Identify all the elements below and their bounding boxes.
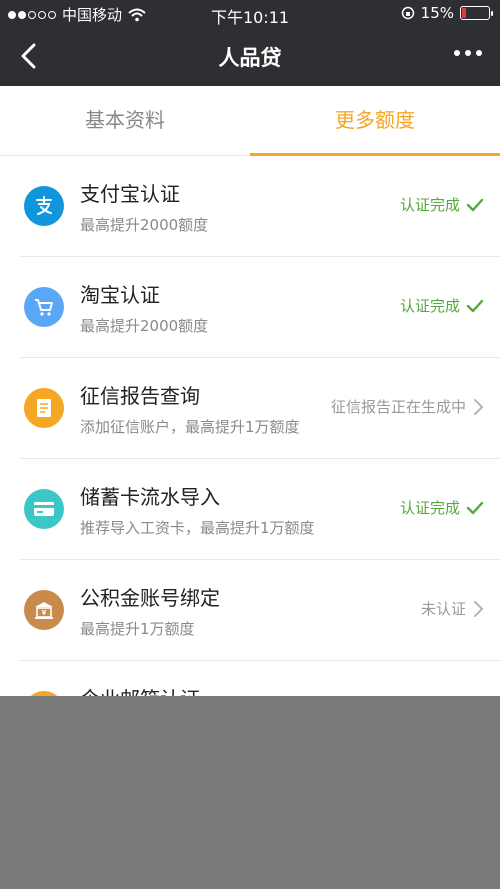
fund-icon [24, 590, 64, 630]
list-item-housing-fund[interactable]: 公积金账号绑定 最高提升1万额度 未认证 [0, 560, 500, 661]
item-subtitle: 添加征信账户，最高提升1万额度 [80, 418, 300, 436]
battery-icon [460, 6, 493, 20]
cart-icon [24, 287, 64, 327]
list-item-taobao[interactable]: 淘宝认证 最高提升2000额度 认证完成 [0, 257, 500, 358]
chevron-right-icon [474, 600, 484, 617]
card-icon [24, 489, 64, 529]
battery-percent: 15% [420, 4, 454, 22]
page-title: 人品贷 [218, 46, 282, 70]
tab-more-credit[interactable]: 更多额度 [250, 86, 500, 156]
status-label: 征信报告正在生成中 [330, 398, 466, 416]
item-subtitle: 最高提升1万额度 [80, 620, 195, 638]
status-label: 认证完成 [399, 196, 460, 214]
item-title: 征信报告查询 [80, 384, 200, 408]
checkmark-icon [466, 198, 484, 211]
status-pending: 征信报告正在生成中 [331, 396, 484, 417]
report-icon [24, 388, 64, 428]
chevron-right-icon [474, 398, 484, 415]
more-options-icon[interactable] [454, 50, 482, 56]
alipay-icon [24, 186, 64, 226]
tab-bar: 基本资料 更多额度 [0, 86, 500, 156]
list-item-debit-card[interactable]: 储蓄卡流水导入 推荐导入工资卡，最高提升1万额度 认证完成 [0, 459, 500, 560]
item-title: 储蓄卡流水导入 [80, 485, 220, 509]
checkmark-icon [466, 501, 484, 514]
list-item-enterprise-email[interactable]: 企业邮箱认证 [0, 661, 500, 696]
nav-bar: 人品贷 [0, 28, 500, 86]
item-subtitle: 最高提升2000额度 [80, 317, 209, 335]
item-title: 企业邮箱认证 [80, 683, 200, 696]
status-done: 认证完成 [400, 194, 484, 215]
item-title: 淘宝认证 [80, 283, 160, 307]
verification-list: 支付宝认证 最高提升2000额度 认证完成 淘宝认证 最高提升2000额度 认证… [0, 156, 500, 696]
item-title: 支付宝认证 [80, 182, 180, 206]
checkmark-icon [466, 299, 484, 312]
status-bar: 中国移动 下午10:11 15% [0, 0, 500, 28]
status-label: 认证完成 [399, 297, 460, 315]
status-done: 认证完成 [400, 497, 484, 518]
status-label: 认证完成 [399, 499, 460, 517]
status-pending: 未认证 [421, 598, 484, 619]
rotation-lock-icon [401, 6, 414, 20]
item-subtitle: 推荐导入工资卡，最高提升1万额度 [80, 519, 315, 537]
item-subtitle: 最高提升2000额度 [80, 216, 209, 234]
item-title: 公积金账号绑定 [80, 586, 220, 610]
status-done: 认证完成 [400, 295, 484, 316]
modal-overlay[interactable] [0, 696, 500, 889]
list-item-alipay[interactable]: 支付宝认证 最高提升2000额度 认证完成 [0, 156, 500, 257]
list-item-credit-report[interactable]: 征信报告查询 添加征信账户，最高提升1万额度 征信报告正在生成中 [0, 358, 500, 459]
tab-basic-info[interactable]: 基本资料 [0, 86, 250, 155]
status-label: 未认证 [420, 600, 466, 618]
